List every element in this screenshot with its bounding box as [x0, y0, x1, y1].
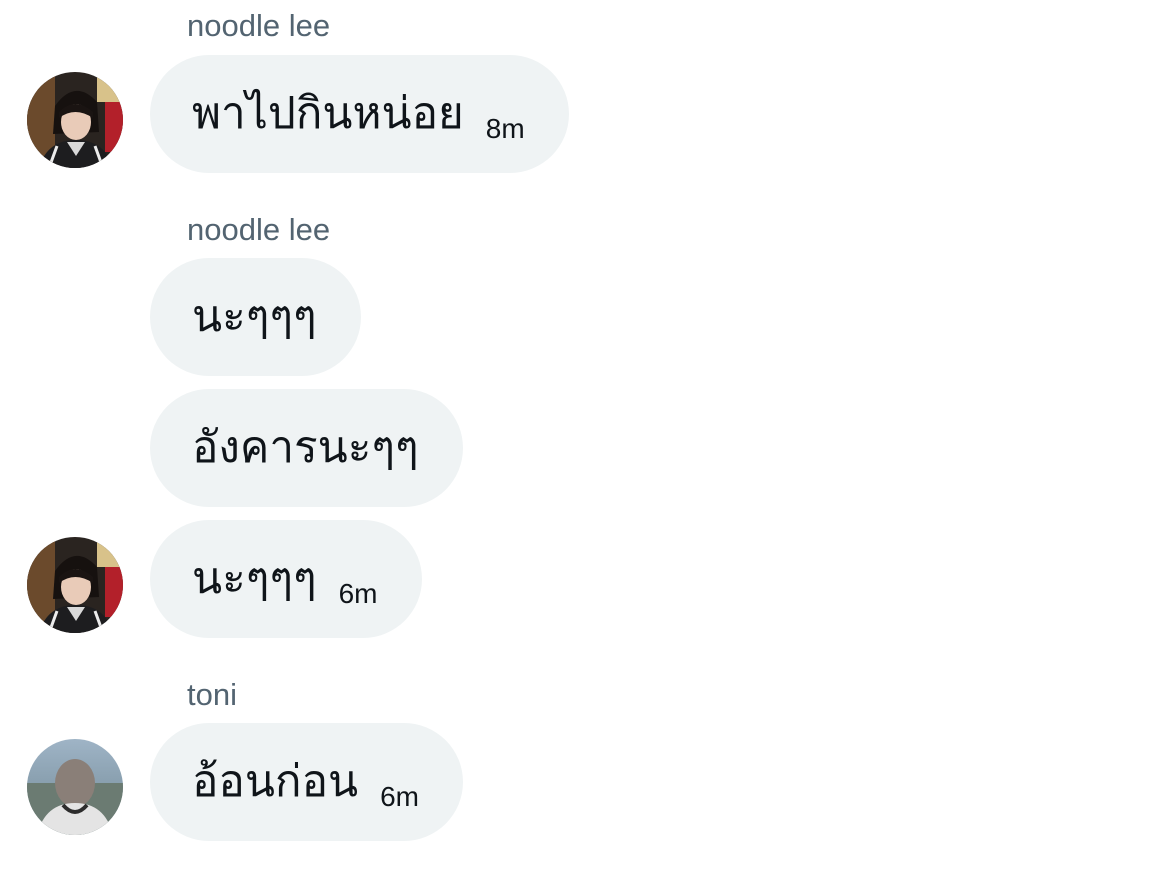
- message-text: พาไปกินหน่อย: [192, 88, 464, 139]
- message-bubble[interactable]: อ้อนก่อน 6m: [150, 723, 463, 841]
- sender-name: toni: [187, 677, 237, 712]
- avatar[interactable]: [27, 72, 123, 168]
- message-bubble[interactable]: อังคารนะๆๆ: [150, 389, 463, 507]
- profile-photo-icon: [27, 739, 123, 835]
- message-bubble[interactable]: พาไปกินหน่อย 8m: [150, 55, 569, 173]
- sender-name: noodle lee: [187, 212, 331, 247]
- message-text: อ้อนก่อน: [192, 756, 359, 807]
- avatar[interactable]: [27, 739, 123, 835]
- message-bubble[interactable]: นะๆๆๆ: [150, 258, 361, 376]
- avatar[interactable]: [27, 537, 123, 633]
- profile-photo-icon: [27, 537, 123, 633]
- message-timestamp: 6m: [338, 578, 378, 609]
- message-bubble[interactable]: นะๆๆๆ 6m: [150, 520, 422, 638]
- sender-name: noodle lee: [187, 8, 331, 43]
- profile-photo-icon: [27, 72, 123, 168]
- message-timestamp: 8m: [485, 113, 525, 144]
- message-text: นะๆๆๆ: [192, 291, 317, 342]
- message-text: นะๆๆๆ: [192, 553, 317, 604]
- message-text: อังคารนะๆๆ: [192, 422, 419, 473]
- message-timestamp: 6m: [380, 781, 419, 812]
